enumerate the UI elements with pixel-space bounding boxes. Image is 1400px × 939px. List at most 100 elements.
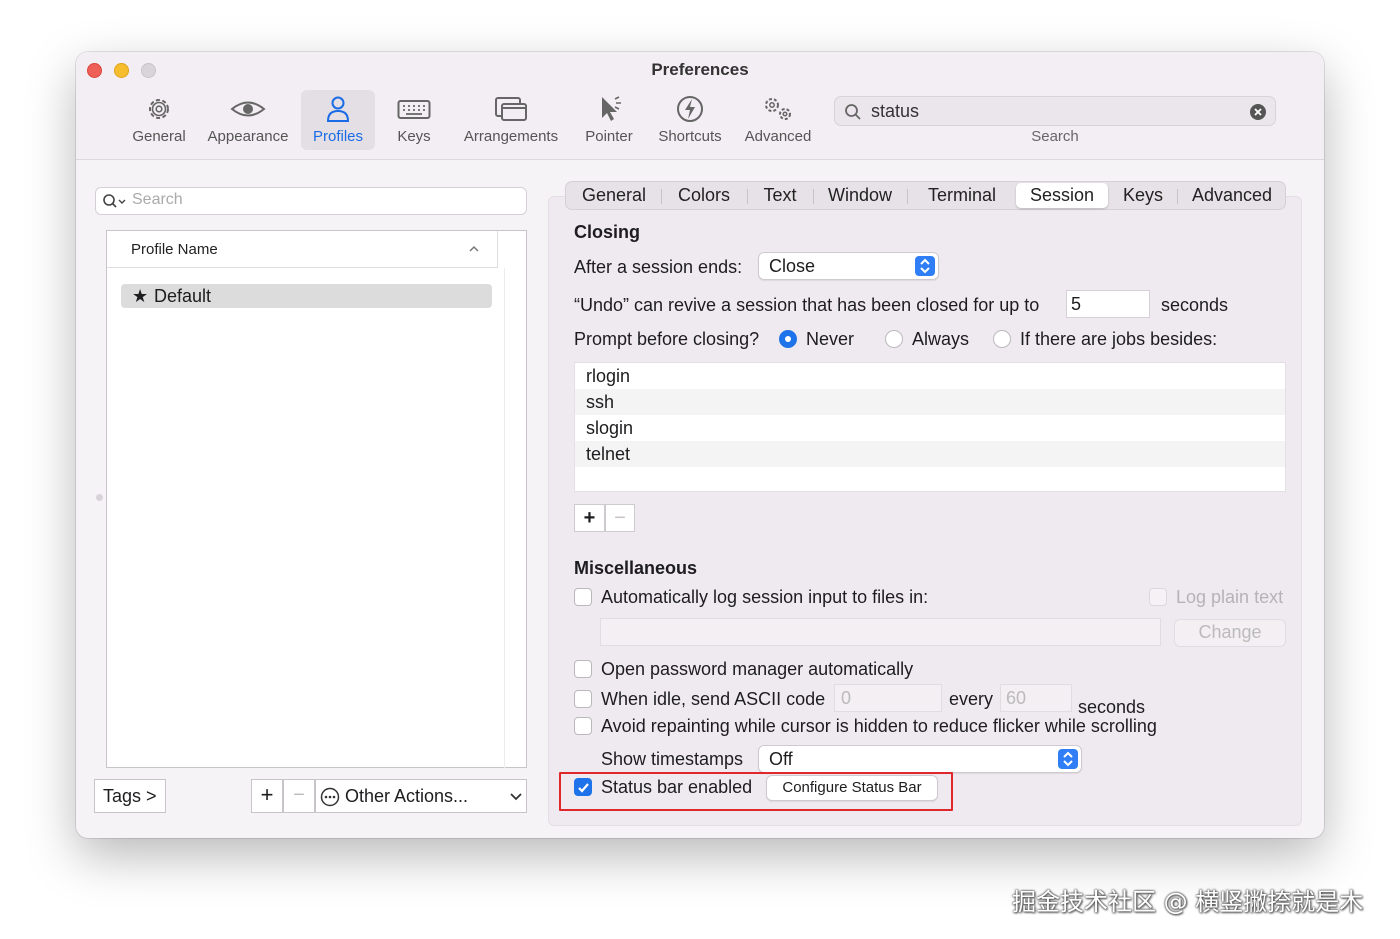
toolbar-arrangements[interactable]: Arrangements	[456, 90, 566, 150]
tab-colors[interactable]: Colors	[664, 182, 744, 209]
toolbar-pointer[interactable]: Pointer	[576, 90, 642, 150]
up-down-chevron-icon	[1058, 749, 1078, 769]
chevron-down-icon	[510, 793, 522, 801]
gear-icon	[149, 99, 169, 119]
toolbar-pointer-label: Pointer	[585, 128, 633, 145]
tab-window[interactable]: Window	[816, 182, 904, 209]
session-ends-value: Close	[769, 256, 816, 276]
default-star-icon: ★	[132, 286, 149, 306]
tab-terminal[interactable]: Terminal	[910, 182, 1014, 209]
list-item[interactable]: rlogin	[575, 363, 1285, 389]
toolbar-shortcuts[interactable]: Shortcuts	[652, 90, 728, 150]
tab-keys[interactable]: Keys	[1112, 182, 1174, 209]
log-directory-input[interactable]	[600, 618, 1161, 646]
prompt-jobs-radio[interactable]	[993, 330, 1011, 348]
toolbar-advanced-label: Advanced	[744, 128, 812, 145]
profile-search-input[interactable]: Search	[95, 187, 527, 215]
tab-advanced[interactable]: Advanced	[1180, 182, 1284, 209]
password-manager-checkbox[interactable]	[574, 660, 592, 678]
toolbar-general[interactable]: General	[124, 90, 194, 150]
idle-every-label: every	[949, 689, 994, 709]
eye-icon	[230, 101, 266, 117]
tab-session[interactable]: Session	[1016, 183, 1108, 208]
profile-name: Default	[154, 286, 212, 306]
idle-label: When idle, send ASCII code	[601, 689, 826, 709]
misc-heading: Miscellaneous	[574, 558, 698, 578]
profile-name-column-header[interactable]: Profile Name	[107, 231, 497, 268]
remove-job-button[interactable]: −	[605, 504, 635, 532]
split-view-handle[interactable]	[96, 494, 103, 501]
search-menu-icon	[103, 194, 126, 208]
profile-row-default[interactable]: ★ Default	[121, 284, 492, 308]
change-button[interactable]: Change	[1174, 619, 1286, 647]
preferences-search-input[interactable]: status	[834, 96, 1276, 126]
toolbar-keys-label: Keys	[397, 128, 431, 145]
prompt-jobs-label: If there are jobs besides:	[1020, 329, 1218, 349]
closing-heading: Closing	[574, 222, 640, 242]
auto-log-label: Automatically log session input to files…	[601, 587, 929, 607]
remove-profile-button[interactable]: −	[283, 779, 315, 813]
search-caption: Search	[1031, 128, 1079, 145]
idle-code-input[interactable]: 0	[834, 684, 942, 712]
profile-tabs: General Colors Text Window Terminal Sess…	[565, 181, 1286, 210]
prompt-label: Prompt before closing?	[574, 329, 760, 349]
bolt-icon	[677, 96, 703, 122]
sort-ascending-icon	[469, 245, 479, 252]
gears-icon	[765, 98, 791, 120]
idle-seconds-input[interactable]: 60	[1000, 684, 1072, 712]
list-item[interactable]: ssh	[575, 389, 1285, 415]
session-ends-popup[interactable]: Close	[758, 252, 939, 280]
idle-seconds-label: seconds	[1078, 697, 1146, 717]
toolbar-shortcuts-label: Shortcuts	[658, 128, 722, 145]
toolbar-profiles[interactable]: Profiles	[301, 90, 375, 150]
search-icon	[845, 104, 861, 120]
watermark: 掘金技术社区 @ 横竖撇捺就是木	[1012, 888, 1364, 916]
timestamps-label: Show timestamps	[601, 749, 744, 769]
clear-search-icon[interactable]	[1249, 103, 1267, 121]
profile-search-placeholder: Search	[132, 191, 183, 208]
tab-text[interactable]: Text	[750, 182, 810, 209]
log-plain-text-label: Log plain text	[1176, 587, 1284, 607]
highlight-annotation	[559, 772, 953, 811]
auto-log-checkbox[interactable]	[574, 588, 592, 606]
jobs-list[interactable]: rlogin ssh slogin telnet	[574, 362, 1286, 492]
prompt-always-label: Always	[912, 329, 970, 349]
undo-label: “Undo” can revive a session that has bee…	[574, 295, 1040, 315]
undo-seconds-input[interactable]: 5	[1066, 290, 1150, 318]
search-value: status	[871, 101, 920, 121]
prompt-never-radio[interactable]	[779, 330, 797, 348]
idle-send-checkbox[interactable]	[574, 690, 592, 708]
toolbar-general-label: General	[132, 128, 186, 145]
list-item[interactable]: slogin	[575, 415, 1285, 441]
undo-unit: seconds	[1161, 295, 1229, 315]
add-profile-button[interactable]: +	[251, 779, 283, 813]
other-actions-menu[interactable]: Other Actions...	[315, 779, 527, 813]
pointer-icon	[602, 96, 621, 121]
toolbar-keys[interactable]: Keys	[384, 90, 444, 150]
tab-general[interactable]: General	[570, 182, 658, 209]
window-title: Preferences	[651, 60, 749, 79]
preferences-window: Preferences General Appearance Profiles …	[76, 52, 1324, 838]
timestamps-popup[interactable]: Off	[758, 745, 1082, 773]
windows-icon	[495, 97, 527, 121]
toolbar-advanced[interactable]: Advanced	[740, 90, 816, 150]
avoid-repaint-label: Avoid repainting while cursor is hidden …	[601, 716, 1157, 736]
password-manager-label: Open password manager automatically	[601, 659, 914, 679]
list-item[interactable]: telnet	[575, 441, 1285, 467]
up-down-chevron-icon	[915, 256, 935, 276]
profile-list: Profile Name ★ Default	[106, 230, 527, 768]
toolbar-arrangements-label: Arrangements	[463, 128, 559, 145]
more-actions-icon	[320, 787, 340, 807]
add-job-button[interactable]: +	[574, 504, 605, 532]
tags-button[interactable]: Tags >	[94, 779, 166, 813]
toolbar-appearance-label: Appearance	[207, 128, 289, 145]
session-ends-label: After a session ends:	[574, 257, 743, 277]
other-actions-label: Other Actions...	[345, 786, 469, 806]
avoid-repaint-checkbox[interactable]	[574, 717, 592, 735]
toolbar-appearance[interactable]: Appearance	[202, 90, 294, 150]
log-plain-text-checkbox[interactable]	[1149, 588, 1167, 606]
prompt-always-radio[interactable]	[885, 330, 903, 348]
toolbar-profiles-label: Profiles	[312, 128, 364, 145]
column-header-label: Profile Name	[131, 241, 218, 258]
person-icon	[326, 96, 350, 122]
